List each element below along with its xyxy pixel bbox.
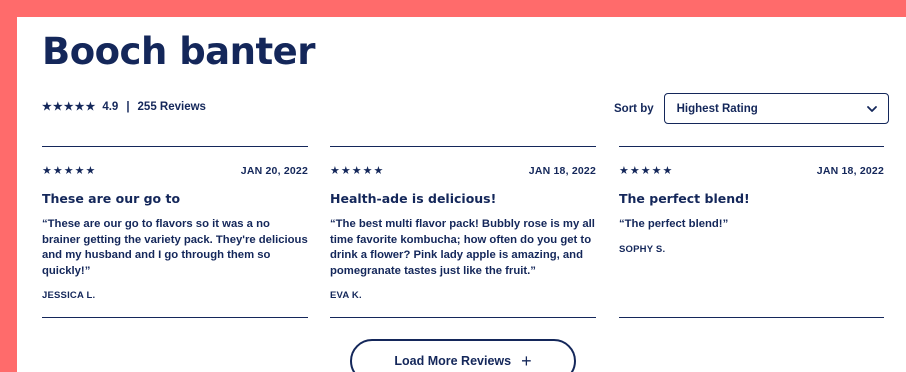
- review-count: 255 Reviews: [137, 100, 206, 113]
- review-date: JAN 20, 2022: [240, 164, 308, 177]
- review-card: ★★★★★ JAN 18, 2022 The perfect blend! “T…: [619, 146, 884, 318]
- review-author: JESSICA L.: [42, 290, 96, 301]
- review-date: JAN 18, 2022: [816, 164, 884, 177]
- sort-selected-value: Highest Rating: [676, 102, 758, 115]
- review-author: SOPHY S.: [619, 243, 666, 255]
- review-title: Health-ade is delicious!: [330, 191, 497, 206]
- sort-select[interactable]: Highest Rating: [663, 93, 889, 124]
- review-stars-icon: ★★★★★: [42, 165, 97, 177]
- review-card: ★★★★★ JAN 20, 2022 These are our go to “…: [42, 146, 308, 318]
- reviews-panel: Booch banter ★★★★★ 4.9 | 255 Reviews Sor…: [17, 17, 906, 372]
- page-title: Booch banter: [42, 30, 316, 73]
- load-more-reviews-button[interactable]: Load More Reviews +: [350, 339, 576, 372]
- review-body: “The perfect blend!”: [619, 218, 729, 230]
- review-title: The perfect blend!: [619, 191, 750, 206]
- review-date: JAN 18, 2022: [528, 164, 596, 177]
- review-stars-icon: ★★★★★: [619, 165, 674, 177]
- summary-stars-icon: ★★★★★: [42, 101, 97, 113]
- rating-summary: ★★★★★ 4.9 | 255 Reviews: [42, 100, 206, 114]
- average-rating: 4.9: [102, 100, 119, 113]
- summary-separator: |: [126, 100, 130, 113]
- review-body: “The best multi flavor pack! Bubbly rose…: [330, 218, 595, 277]
- review-stars-icon: ★★★★★: [330, 165, 385, 177]
- review-list: ★★★★★ JAN 20, 2022 These are our go to “…: [42, 146, 884, 318]
- load-more-label: Load More Reviews: [394, 354, 512, 368]
- review-body: “These are our go to flavors so it was a…: [42, 218, 308, 277]
- review-card: ★★★★★ JAN 18, 2022 Health-ade is delicio…: [330, 146, 596, 318]
- plus-icon: +: [521, 351, 532, 371]
- review-author: EVA K.: [330, 290, 362, 301]
- review-title: These are our go to: [42, 191, 181, 206]
- sort-label: Sort by: [614, 102, 654, 115]
- sort-control: Sort by Highest Rating: [614, 93, 889, 124]
- chevron-down-icon: [866, 105, 877, 112]
